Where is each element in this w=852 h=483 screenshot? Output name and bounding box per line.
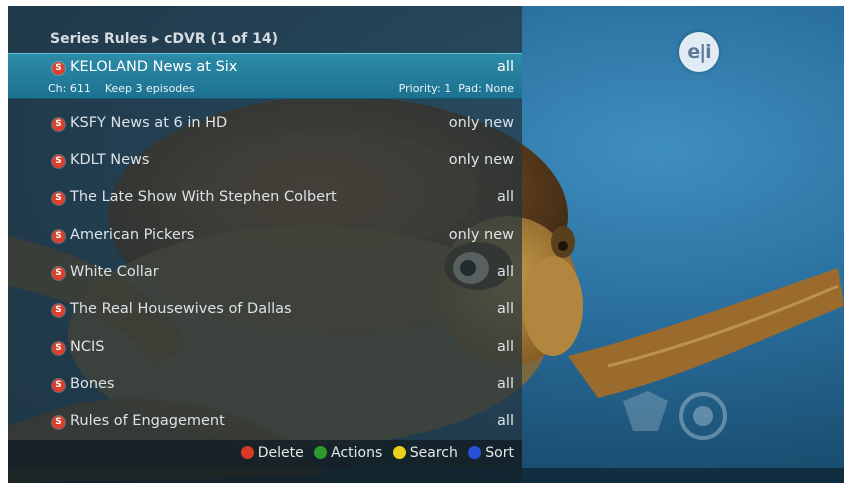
- series-record-icon: S: [52, 230, 65, 243]
- tv-screen: e|i Series Rules ▸ cDVR (1 of 14) S KELO…: [8, 6, 844, 483]
- rule-title: NCIS: [70, 339, 105, 355]
- series-record-icon: S: [52, 155, 65, 168]
- series-rules-panel: Series Rules ▸ cDVR (1 of 14) S KELOLAND…: [8, 6, 522, 483]
- series-record-icon: S: [52, 416, 65, 429]
- series-record-icon: S: [52, 304, 65, 317]
- rule-details-right: Priority: 1 Pad: None: [399, 82, 514, 95]
- rule-pad: Pad: None: [458, 82, 514, 95]
- rule-title: The Late Show With Stephen Colbert: [70, 189, 337, 205]
- rule-row[interactable]: S White Collar all: [8, 255, 522, 291]
- rule-title: KSFY News at 6 in HD: [70, 115, 228, 131]
- rule-type: all: [497, 339, 514, 355]
- rule-type: all: [497, 264, 514, 280]
- rule-priority: Priority: 1: [398, 82, 452, 95]
- rule-type: all: [497, 413, 514, 429]
- rule-row[interactable]: S The Late Show With Stephen Colbert all: [8, 180, 522, 216]
- series-record-icon: S: [52, 342, 65, 355]
- yellow-button-icon: [392, 446, 406, 459]
- rule-type: all: [497, 301, 514, 317]
- button-legend-bar: Delete Actions Search Sort: [8, 440, 522, 468]
- rule-type: only new: [448, 115, 514, 131]
- search-action[interactable]: Search: [392, 445, 458, 461]
- rule-row-selected[interactable]: S KELOLAND News at Six all Ch: 611 Keep …: [8, 53, 522, 99]
- series-record-icon: S: [52, 267, 65, 280]
- rule-row[interactable]: S Bones all: [8, 367, 522, 403]
- sort-label: Sort: [485, 445, 514, 461]
- actions-action[interactable]: Actions: [314, 445, 382, 461]
- network-watermark: [623, 391, 727, 440]
- rule-row[interactable]: S KSFY News at 6 in HD only new: [8, 106, 522, 142]
- search-label: Search: [409, 445, 458, 461]
- rule-type: only new: [448, 152, 514, 168]
- delete-action[interactable]: Delete: [240, 445, 304, 461]
- channel-logo: e|i: [679, 32, 719, 72]
- rule-title: Bones: [70, 376, 115, 392]
- sort-action[interactable]: Sort: [468, 445, 514, 461]
- red-button-icon: [240, 446, 254, 459]
- rule-keep: Keep 3 episodes: [104, 82, 195, 95]
- button-legend: Delete Actions Search Sort: [235, 445, 514, 461]
- rule-title: KELOLAND News at Six: [70, 59, 238, 75]
- series-record-icon: S: [52, 192, 65, 205]
- bottom-edge: [8, 468, 844, 483]
- rule-title: American Pickers: [70, 227, 195, 243]
- rule-type: only new: [448, 227, 514, 243]
- panel-header: Series Rules ▸ cDVR (1 of 14): [8, 26, 522, 52]
- rule-row[interactable]: S KDLT News only new: [8, 143, 522, 179]
- series-record-icon: S: [52, 379, 65, 392]
- green-button-icon: [314, 446, 328, 459]
- delete-label: Delete: [257, 445, 304, 461]
- rule-title: Rules of Engagement: [70, 413, 225, 429]
- rule-row[interactable]: S The Real Housewives of Dallas all: [8, 292, 522, 328]
- rule-details-left: Ch: 611 Keep 3 episodes: [48, 82, 195, 95]
- rule-type: all: [497, 376, 514, 392]
- rule-row[interactable]: S Rules of Engagement all: [8, 404, 522, 440]
- page-title: Series Rules ▸ cDVR (1 of 14): [50, 31, 279, 47]
- rule-row[interactable]: S American Pickers only new: [8, 218, 522, 254]
- rule-row[interactable]: S NCIS all: [8, 330, 522, 366]
- rule-title: The Real Housewives of Dallas: [70, 301, 292, 317]
- rule-type: all: [497, 59, 514, 75]
- rule-title: KDLT News: [70, 152, 150, 168]
- rule-title: White Collar: [70, 264, 159, 280]
- channel-logo-text: e|i: [687, 41, 711, 63]
- blue-button-icon: [468, 446, 482, 459]
- rule-type: all: [497, 189, 514, 205]
- actions-label: Actions: [331, 445, 383, 461]
- series-record-icon: S: [52, 62, 65, 75]
- series-record-icon: S: [52, 118, 65, 131]
- rule-channel: Ch: 611: [48, 82, 91, 95]
